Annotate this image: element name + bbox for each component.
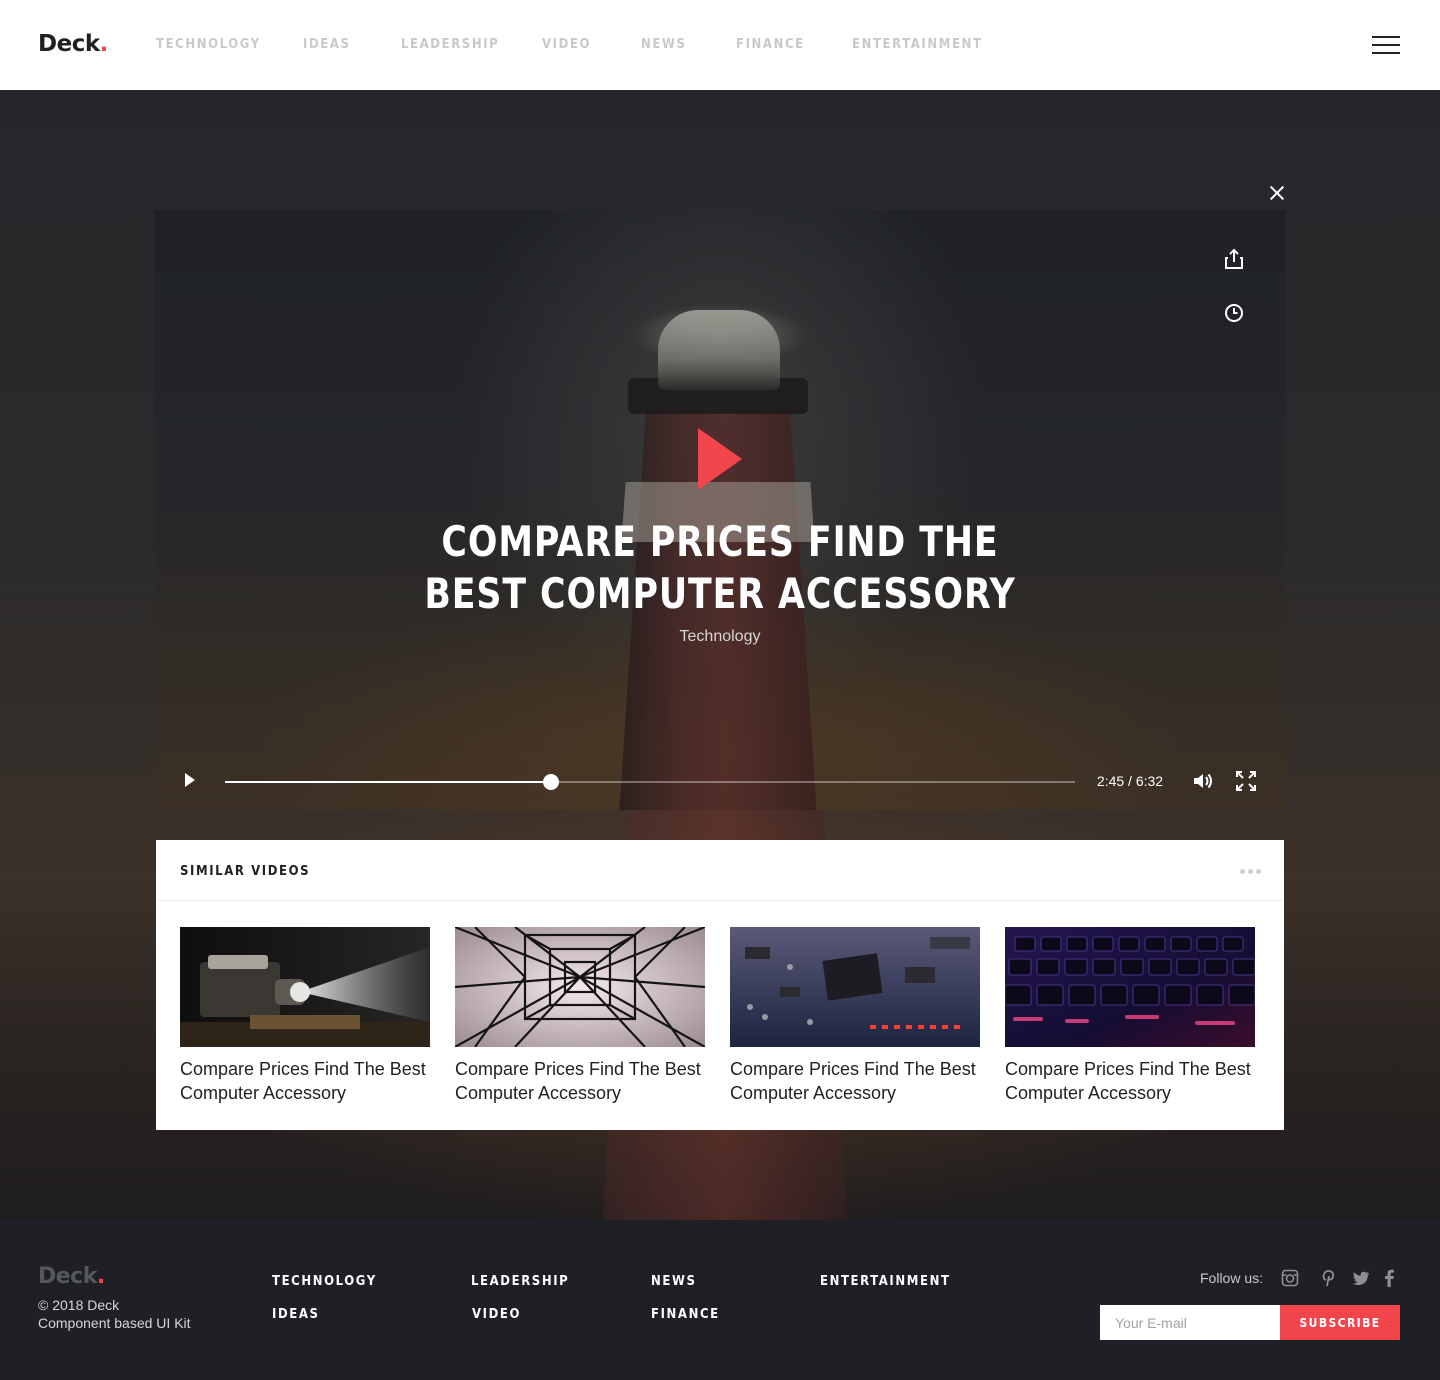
footer-link-leadership[interactable]: LEADERSHIP [471,1274,569,1289]
video-category[interactable]: Technology [570,628,870,646]
footer: Deck. © 2018 Deck Component based UI Kit… [0,1220,1440,1380]
footer-logo-text: Deck [38,1264,97,1289]
nav-item-entertainment[interactable]: ENTERTAINMENT [852,37,983,52]
similar-video-card[interactable]: Compare Prices Find The Best Computer Ac… [1005,927,1255,1105]
play-button-large[interactable] [698,428,742,490]
similar-video-title: Compare Prices Find The Best Computer Ac… [1005,1059,1251,1103]
nav-item-video[interactable]: VIDEO [542,37,591,52]
logo[interactable]: Deck. [38,30,108,58]
more-options-icon[interactable] [1240,864,1262,878]
similar-video-card[interactable]: Compare Prices Find The Best Computer Ac… [180,927,430,1105]
nav-item-ideas[interactable]: IDEAS [303,37,351,52]
top-header: Deck. TECHNOLOGY IDEAS LEADERSHIP VIDEO … [0,0,1440,90]
footer-copyright-block: © 2018 Deck Component based UI Kit [38,1296,191,1332]
similar-video-card[interactable]: Compare Prices Find The Best Computer Ac… [730,927,980,1105]
footer-logo-dot: . [96,1264,105,1289]
fullscreen-icon[interactable] [1236,771,1256,791]
time-readout: 2:45 / 6:32 [1096,773,1164,789]
facebook-icon[interactable] [1384,1269,1402,1287]
subscribe-button[interactable]: SUBSCRIBE [1280,1305,1400,1340]
footer-link-technology[interactable]: TECHNOLOGY [272,1274,377,1289]
player-overlay [155,210,1285,810]
similar-video-card[interactable]: Compare Prices Find The Best Computer Ac… [455,927,705,1105]
thumbnail-projector [180,927,430,1047]
footer-link-video[interactable]: VIDEO [472,1307,521,1322]
email-input[interactable] [1100,1305,1280,1340]
progress-bar[interactable] [225,774,1075,790]
similar-videos-panel: SIMILAR VIDEOS Compare Prices Find The B… [156,840,1284,1130]
footer-link-finance[interactable]: FINANCE [651,1307,720,1322]
play-icon[interactable] [183,772,197,788]
nav-item-leadership[interactable]: LEADERSHIP [401,37,499,52]
footer-link-entertainment[interactable]: ENTERTAINMENT [820,1274,951,1289]
volume-icon[interactable] [1192,771,1214,791]
similar-video-title: Compare Prices Find The Best Computer Ac… [180,1059,426,1103]
similar-video-title: Compare Prices Find The Best Computer Ac… [730,1059,976,1103]
clock-icon[interactable] [1223,302,1245,324]
twitter-icon[interactable] [1352,1269,1370,1287]
logo-text: Deck [38,31,100,57]
hamburger-menu-icon[interactable] [1372,36,1400,54]
similar-videos-title: SIMILAR VIDEOS [180,864,311,879]
logo-dot: . [99,31,109,57]
similar-video-title: Compare Prices Find The Best Computer Ac… [455,1059,701,1103]
close-icon[interactable] [1266,182,1288,204]
footer-link-ideas[interactable]: IDEAS [272,1307,320,1322]
instagram-icon[interactable] [1281,1269,1299,1287]
footer-logo[interactable]: Deck. [38,1264,105,1289]
progress-bar-fill [225,781,552,783]
copyright-text: © 2018 Deck [38,1297,120,1313]
video-player[interactable]: COMPARE PRICES FIND THE BEST COMPUTER AC… [155,210,1285,810]
share-icon[interactable] [1223,248,1245,270]
pinterest-icon[interactable] [1319,1269,1337,1287]
footer-link-news[interactable]: NEWS [651,1274,697,1289]
nav-item-finance[interactable]: FINANCE [736,37,805,52]
thumbnail-power-tower [455,927,705,1047]
nav-item-technology[interactable]: TECHNOLOGY [156,37,261,52]
thumbnail-keyboard [1005,927,1255,1047]
video-title: COMPARE PRICES FIND THE BEST COMPUTER AC… [424,517,1016,618]
tagline-text: Component based UI Kit [38,1315,191,1331]
nav-item-news[interactable]: NEWS [641,37,687,52]
follow-us-label: Follow us: [1200,1270,1264,1286]
thumbnail-circuit-board [730,927,980,1047]
similar-videos-header: SIMILAR VIDEOS [156,840,1284,901]
